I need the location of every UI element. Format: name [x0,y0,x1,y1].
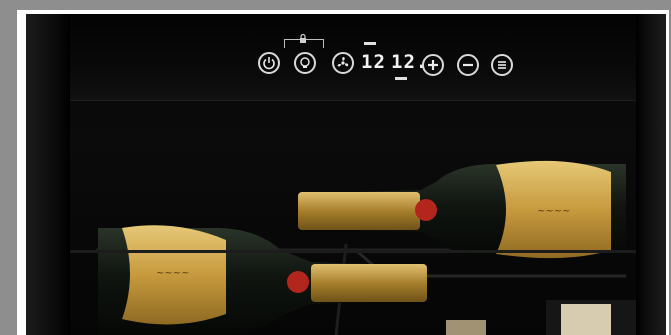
lower-bottle-foil [311,264,427,302]
upper-bottle-foil [298,192,420,230]
bottle-scene: ~~~~ ~~~~ [96,160,636,335]
partial-bottle-label [561,304,611,335]
svg-text:~~~~: ~~~~ [156,268,190,279]
bottom-label-glimpse [446,320,486,335]
wine-cooler-interior: 12 12. ~~~~ ~~~~ [26,14,666,335]
partial-bottle-bottom-right [546,300,636,335]
lower-bottle-seal [287,271,309,293]
shelf-edge [70,250,636,253]
upper-bottle-seal [415,199,437,221]
upper-champagne-bottle: ~~~~ [298,160,626,259]
lower-champagne-bottle: ~~~~ [98,225,427,335]
svg-text:~~~~: ~~~~ [537,206,571,217]
